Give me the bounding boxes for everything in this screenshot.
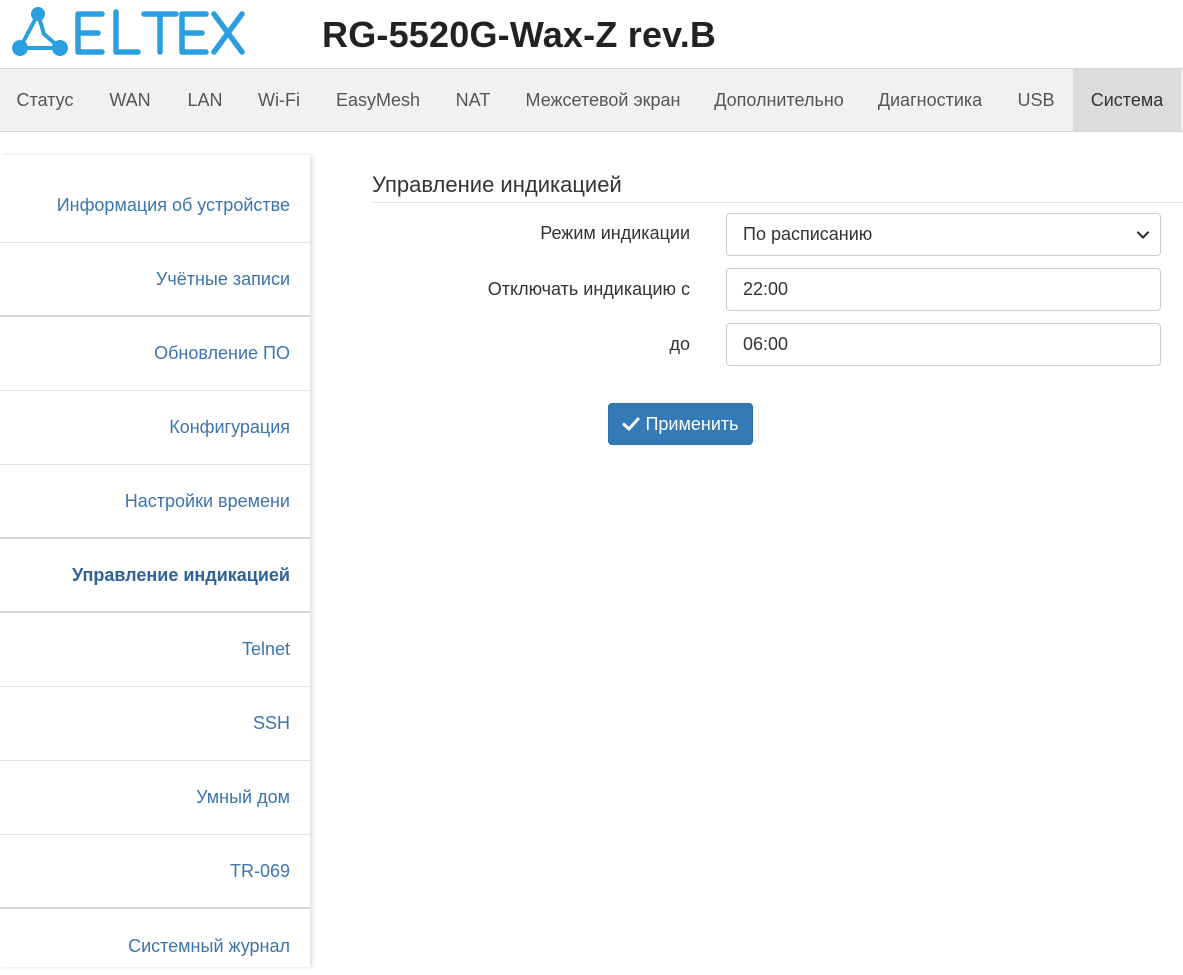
nav-nat[interactable]: NAT	[438, 69, 508, 131]
page-title: Управление индикацией	[372, 172, 622, 197]
apply-button[interactable]: Применить	[608, 403, 753, 445]
mode-select[interactable]: По расписанию	[726, 213, 1161, 256]
nav-wifi[interactable]: Wi-Fi	[240, 69, 318, 131]
sidebar-item-system-log[interactable]: Системный журнал	[0, 909, 310, 967]
nav-advanced[interactable]: Дополнительно	[698, 69, 860, 131]
device-title: RG-5520G-Wax-Z rev.B	[322, 14, 717, 55]
sidebar-item-tr069[interactable]: TR-069	[0, 835, 310, 909]
eltex-logo[interactable]	[6, 4, 246, 60]
nav-status[interactable]: Статус	[0, 69, 90, 131]
header: RG-5520G-Wax-Z rev.B	[0, 0, 1183, 68]
apply-button-label: Применить	[645, 413, 739, 434]
mode-select-value: По расписанию	[743, 224, 873, 244]
sidebar-item-ssh[interactable]: SSH	[0, 687, 310, 761]
top-nav: Статус WAN LAN Wi-Fi EasyMesh NAT Межсет…	[0, 68, 1183, 132]
chevron-down-icon	[1136, 228, 1150, 242]
off-from-label: Отключать индикацию с	[487, 279, 690, 299]
off-from-input[interactable]	[726, 268, 1161, 311]
nav-wan[interactable]: WAN	[90, 69, 170, 131]
off-to-label: до	[669, 334, 690, 354]
nav-system[interactable]: Система	[1073, 69, 1181, 131]
sidebar-item-time-settings[interactable]: Настройки времени	[0, 465, 310, 539]
sidebar: Информация об устройстве Учётные записи …	[0, 155, 310, 967]
nav-easymesh[interactable]: EasyMesh	[318, 69, 438, 131]
mode-label: Режим индикации	[540, 223, 690, 243]
sidebar-item-accounts[interactable]: Учётные записи	[0, 243, 310, 317]
sidebar-item-firmware-update[interactable]: Обновление ПО	[0, 317, 310, 391]
sidebar-item-device-info[interactable]: Информация об устройстве	[0, 169, 310, 243]
off-to-input[interactable]	[726, 323, 1161, 366]
nav-firewall[interactable]: Межсетевой экран	[508, 69, 698, 131]
sidebar-item-smart-home[interactable]: Умный дом	[0, 761, 310, 835]
nav-diagnostics[interactable]: Диагностика	[860, 69, 1000, 131]
sidebar-item-telnet[interactable]: Telnet	[0, 613, 310, 687]
title-divider	[372, 202, 1183, 203]
sidebar-item-led-control[interactable]: Управление индикацией	[0, 539, 310, 613]
sidebar-item-configuration[interactable]: Конфигурация	[0, 391, 310, 465]
nav-lan[interactable]: LAN	[170, 69, 240, 131]
check-icon	[622, 416, 640, 432]
nav-usb[interactable]: USB	[1000, 69, 1072, 131]
